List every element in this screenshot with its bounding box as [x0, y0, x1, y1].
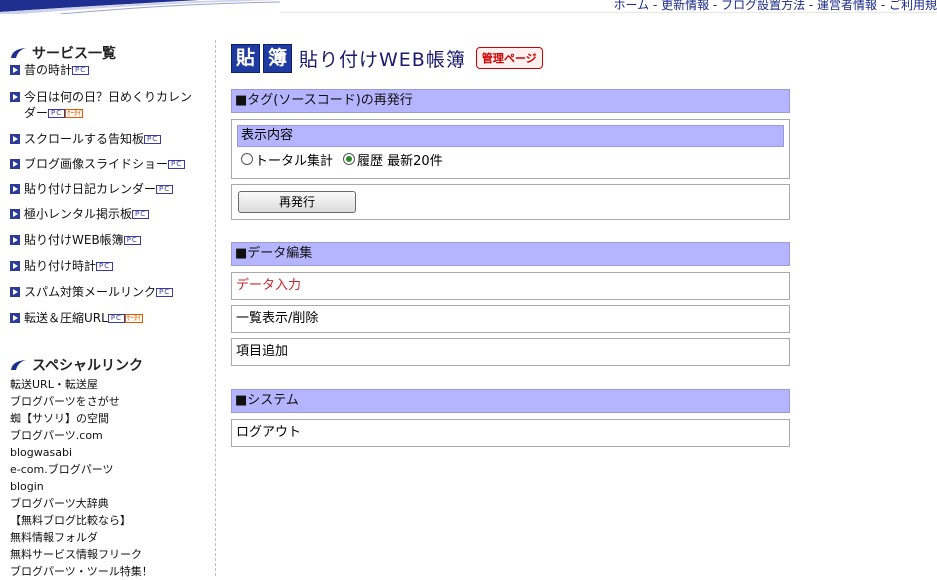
tag-section-heading: ■タグ(ソースコード)の再発行 [231, 89, 790, 113]
pc-badge: PC [72, 66, 90, 75]
special-links-heading: スペシャルリンク [10, 356, 210, 374]
swirl-icon [11, 48, 26, 58]
arrow-bullet-icon [10, 261, 20, 271]
system-section-heading: ■システム [231, 389, 790, 413]
pc-badge: PC [168, 160, 186, 169]
service-label[interactable]: ブログ画像スライドショー [24, 157, 168, 171]
special-link[interactable]: 無料サービス情報フリーク [10, 546, 210, 563]
list-delete-link[interactable]: 一覧表示/削除 [231, 305, 790, 333]
data-input-link[interactable]: データ入力 [231, 272, 790, 300]
service-item-bbs[interactable]: 極小レンタル掲示板 PC [10, 206, 210, 222]
special-link[interactable]: 蜘【サソリ】の空間 [10, 410, 210, 427]
pc-badge: PC [107, 314, 125, 323]
arrow-bullet-icon [10, 209, 20, 219]
sidebar-divider [215, 40, 216, 576]
special-heading-text: スペシャルリンク [32, 358, 144, 374]
special-link[interactable]: 転送URL・転送屋 [10, 376, 210, 393]
service-label[interactable]: 貼り付け時計 [24, 259, 96, 273]
pc-badge: PC [144, 135, 162, 144]
top-divider [280, 12, 937, 13]
service-item-web-ledger[interactable]: 貼り付けWEB帳簿 PC [10, 232, 210, 248]
radio-total-label[interactable]: トータル集計 [255, 150, 333, 169]
pc-badge: PC [123, 236, 141, 245]
service-item-slideshow[interactable]: ブログ画像スライドショー PC [10, 156, 210, 172]
add-item-link[interactable]: 項目追加 [231, 338, 790, 366]
radio-total-button[interactable] [241, 153, 253, 165]
service-item-spam-mail[interactable]: スパム対策メールリンク PC [10, 284, 210, 300]
arrow-bullet-icon [10, 134, 20, 144]
radio-history-label[interactable]: 履歴 最新20件 [357, 150, 443, 169]
service-item-clock[interactable]: 貼り付け時計 PC [10, 258, 210, 274]
special-links-list: 転送URL・転送屋 ブログパーツをさがせ 蜘【サソリ】の空間 ブログパーツ.com bl… [10, 376, 210, 580]
special-link[interactable]: ブログパーツ・ツール特集！ [10, 563, 210, 580]
special-link[interactable]: blogwasabi [10, 444, 210, 461]
service-label[interactable]: スクロールする告知板 [24, 132, 144, 146]
logout-link[interactable]: ログアウト [231, 419, 790, 447]
service-label[interactable]: 今日は何の日？日めくりカレン [24, 90, 192, 104]
service-item-calendar[interactable]: 今日は何の日？日めくりカレン ダー PC ｹｰﾀｲ [10, 89, 210, 121]
pc-badge: PC [156, 185, 174, 194]
keitai-badge: ｹｰﾀｲ [65, 109, 84, 118]
special-link[interactable]: 【無料ブログ比較なら】 [10, 512, 210, 529]
pc-badge: PC [96, 262, 114, 271]
special-link[interactable]: ブログパーツをさがせ [10, 393, 210, 410]
pc-badge: PC [48, 109, 66, 118]
service-item-scroll-board[interactable]: スクロールする告知板 PC [10, 131, 210, 147]
pc-badge: PC [156, 288, 174, 297]
radio-history-button[interactable] [343, 153, 356, 165]
arrow-bullet-icon [10, 184, 20, 194]
display-content-label: 表示内容 [237, 125, 784, 147]
arrow-bullet-icon [10, 159, 20, 169]
swirl-icon [11, 360, 26, 370]
services-heading-text: サービス一覧 [32, 46, 116, 62]
services-list: 昔の時計 PC 今日は何の日？日めくりカレン ダー PC ｹｰﾀｲ スクロールする告知板… [10, 62, 210, 326]
service-label-cont[interactable]: ダー [24, 106, 48, 120]
service-item-old-clock[interactable]: 昔の時計 PC [10, 62, 210, 78]
logo-kanji-icon: 簿 [263, 43, 292, 73]
service-item-diary-calendar[interactable]: 貼り付け日記カレンダー PC [10, 181, 210, 197]
arrow-bullet-icon [10, 92, 20, 102]
service-label[interactable]: 昔の時計 [24, 63, 72, 77]
page-title: 貼り付けWEB帳簿 [299, 48, 466, 71]
service-label[interactable]: 極小レンタル掲示板 [24, 207, 132, 221]
arrow-bullet-icon [10, 235, 20, 245]
special-link[interactable]: blogin [10, 478, 210, 495]
special-link[interactable]: ブログパーツ.com [10, 427, 210, 444]
services-heading: サービス一覧 [10, 44, 210, 62]
arrow-bullet-icon [10, 65, 20, 75]
top-banner: ホーム - 更新情報 - ブログ設置方法 - 運営者情報 - ご利用規 [0, 0, 937, 14]
display-radio-group: トータル集計 履歴 最新20件 [232, 147, 789, 171]
arrow-bullet-icon [10, 287, 20, 297]
header-swoosh-graphic [0, 0, 280, 14]
special-link[interactable]: 無料情報フォルダ [10, 529, 210, 546]
service-label[interactable]: 貼り付けWEB帳簿 [24, 233, 124, 247]
data-section-heading: ■データ編集 [231, 242, 790, 266]
pc-badge: PC [132, 210, 150, 219]
service-label[interactable]: 転送＆圧縮URL [24, 311, 108, 325]
service-label[interactable]: スパム対策メールリンク [24, 285, 156, 299]
special-link[interactable]: e-com.ブログパーツ [10, 461, 210, 478]
special-link[interactable]: ブログパーツ大辞典 [10, 495, 210, 512]
reissue-box: 再発行 [231, 184, 790, 220]
service-label[interactable]: 貼り付け日記カレンダー [24, 182, 156, 196]
service-item-url-shortener[interactable]: 転送＆圧縮URL PC ｹｰﾀｲ [10, 310, 210, 326]
arrow-bullet-icon [10, 313, 20, 323]
page-title-row: 貼 簿 貼り付けWEB帳簿 管理ページ [231, 42, 790, 74]
sidebar: サービス一覧 昔の時計 PC 今日は何の日？日めくりカレン ダー PC ｹｰﾀｲ スクロ… [10, 44, 210, 580]
logo-kanji-icon: 貼 [231, 43, 260, 73]
main-content: 貼 簿 貼り付けWEB帳簿 管理ページ ■タグ(ソースコード)の再発行 表示内容… [231, 42, 790, 447]
keitai-badge: ｹｰﾀｲ [124, 314, 143, 323]
admin-page-badge: 管理ページ [475, 47, 543, 69]
display-options-box: 表示内容 トータル集計 履歴 最新20件 [231, 119, 790, 179]
reissue-button[interactable]: 再発行 [238, 191, 356, 213]
